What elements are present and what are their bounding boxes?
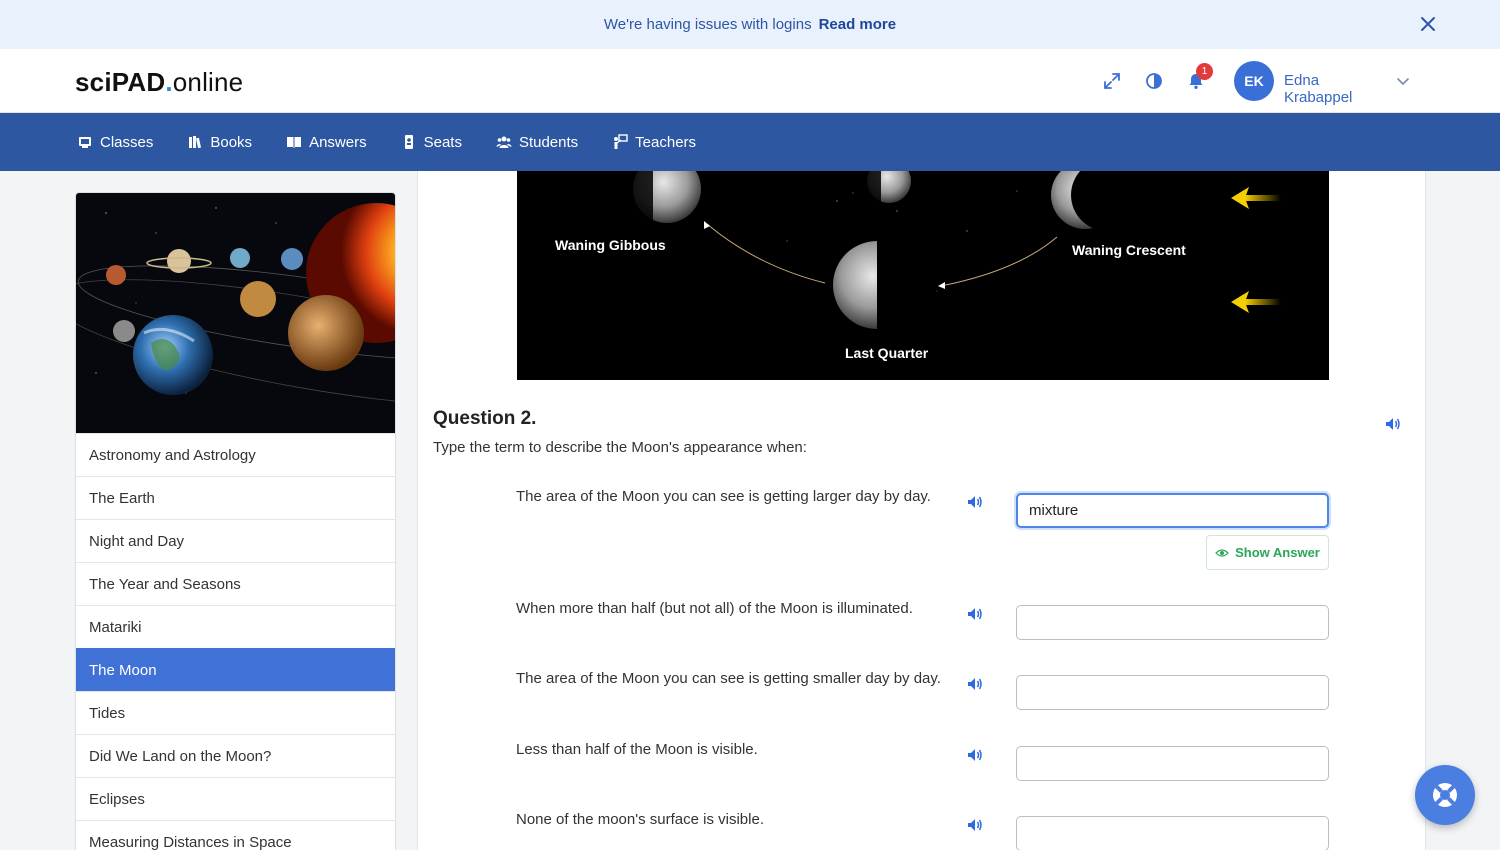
answers-icon <box>287 137 302 148</box>
nav-item-answers[interactable]: Answers <box>286 134 367 151</box>
app-logo[interactable]: sciPAD.online <box>75 67 243 98</box>
sidebar-item-the-earth[interactable]: The Earth <box>76 476 395 519</box>
show-answer-button[interactable]: Show Answer <box>1206 535 1329 570</box>
notification-badge: 1 <box>1196 63 1213 80</box>
sunlight-arrow-icon <box>1231 291 1281 313</box>
contrast-icon[interactable] <box>1144 71 1164 91</box>
teachers-icon <box>614 134 628 149</box>
speaker-icon[interactable] <box>966 493 984 511</box>
nav-item-classes[interactable]: Classes <box>77 134 153 151</box>
question-row-text: The area of the Moon you can see is gett… <box>516 488 931 505</box>
chevron-down-icon[interactable] <box>1395 73 1411 89</box>
sidebar-item-astronomy-and-astrology[interactable]: Astronomy and Astrology <box>76 433 395 476</box>
banner-read-more-link[interactable]: Read more <box>819 16 897 33</box>
lifebuoy-icon <box>1433 783 1457 807</box>
label-waning-gibbous: Waning Gibbous <box>555 237 666 253</box>
banner-message: We're having issues with logins <box>603 16 812 33</box>
question-row-text: When more than half (but not all) of the… <box>516 600 913 617</box>
question-row-text: The area of the Moon you can see is gett… <box>516 670 941 687</box>
solar-system-image <box>76 193 395 433</box>
main-nav: Classes Books Answers Seats Students Tea… <box>0 113 1500 171</box>
speaker-icon[interactable] <box>966 605 984 623</box>
nav-item-students[interactable]: Students <box>496 134 578 151</box>
moon-phases-image: Waning Gibbous Waning Crescent Last Quar… <box>517 171 1329 380</box>
eye-icon <box>1215 548 1229 557</box>
answer-input[interactable] <box>1016 493 1329 528</box>
speaker-icon[interactable] <box>966 675 984 693</box>
sidebar-item-the-year-and-seasons[interactable]: The Year and Seasons <box>76 562 395 605</box>
topic-sidebar: Astronomy and Astrology The Earth Night … <box>75 192 396 850</box>
speaker-icon[interactable] <box>966 746 984 764</box>
sidebar-item-did-we-land-on-the-moon[interactable]: Did We Land on the Moon? <box>76 734 395 777</box>
answer-input[interactable] <box>1016 816 1329 850</box>
app-header: sciPAD.online <box>0 49 1500 113</box>
seats-icon <box>404 135 413 149</box>
sidebar-item-matariki[interactable]: Matariki <box>76 605 395 648</box>
answer-input[interactable] <box>1016 675 1329 710</box>
sidebar-item-tides[interactable]: Tides <box>76 691 395 734</box>
classes-icon <box>79 137 91 148</box>
speaker-icon[interactable] <box>966 816 984 834</box>
avatar[interactable]: EK <box>1234 61 1274 101</box>
question-row-text: Less than half of the Moon is visible. <box>516 741 758 758</box>
question-title: Question 2. <box>433 408 537 429</box>
sidebar-item-measuring-distances-in-space[interactable]: Measuring Distances in Space <box>76 820 395 850</box>
label-waning-crescent: Waning Crescent <box>1072 242 1186 258</box>
nav-item-seats[interactable]: Seats <box>401 134 462 151</box>
main-content: Waning Gibbous Waning Crescent Last Quar… <box>417 171 1426 850</box>
answer-input[interactable] <box>1016 746 1329 781</box>
announcement-banner: We're having issues with logins Read mor… <box>0 0 1500 49</box>
question-row-text: None of the moon's surface is visible. <box>516 811 764 828</box>
user-name[interactable]: Edna Krabappel <box>1284 72 1352 106</box>
fullscreen-icon[interactable] <box>1102 71 1122 91</box>
question-instruction: Type the term to describe the Moon's app… <box>433 439 807 456</box>
label-last-quarter: Last Quarter <box>845 345 929 361</box>
students-icon <box>496 136 512 148</box>
sidebar-item-night-and-day[interactable]: Night and Day <box>76 519 395 562</box>
nav-item-books[interactable]: Books <box>187 134 252 151</box>
books-icon <box>189 136 202 149</box>
answer-input[interactable] <box>1016 605 1329 640</box>
close-icon[interactable] <box>1418 14 1438 34</box>
sidebar-item-the-moon[interactable]: The Moon <box>76 648 395 691</box>
speaker-icon[interactable] <box>1384 415 1402 433</box>
sunlight-arrow-icon <box>1231 187 1281 209</box>
sidebar-item-eclipses[interactable]: Eclipses <box>76 777 395 820</box>
help-button[interactable] <box>1415 765 1475 825</box>
nav-item-teachers[interactable]: Teachers <box>612 134 696 151</box>
